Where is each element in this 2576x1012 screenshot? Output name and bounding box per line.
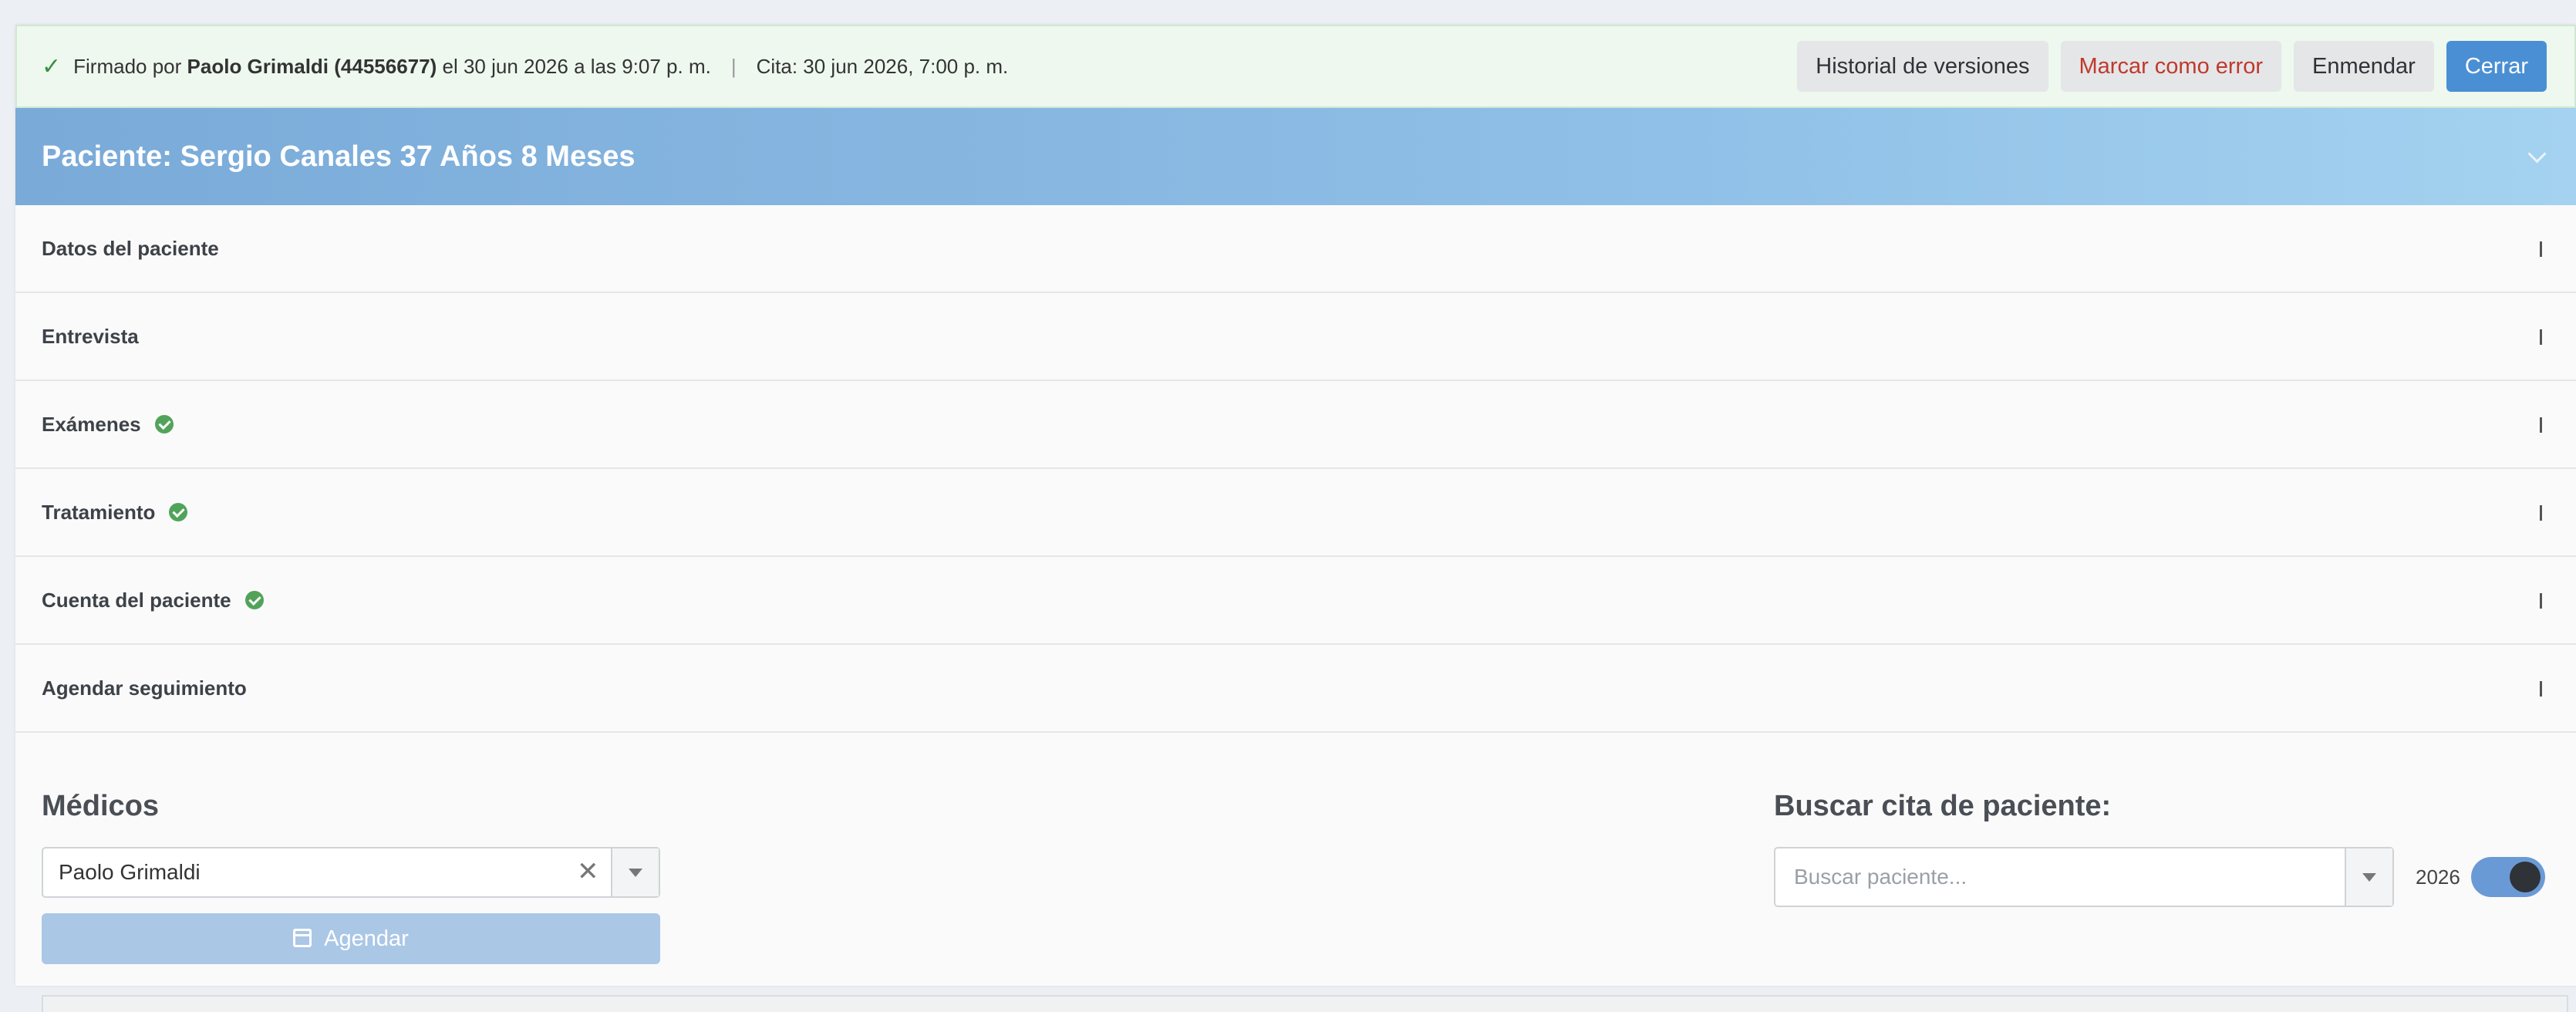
- check-icon: ✓: [42, 53, 62, 79]
- schedule-button-label: Agendar: [324, 926, 409, 951]
- schedule-button[interactable]: Agendar: [42, 913, 660, 964]
- year-label: 2026: [2416, 865, 2460, 889]
- clear-icon[interactable]: ✕: [577, 856, 599, 887]
- patient-header[interactable]: Paciente: Sergio Canales 37 Años 8 Meses: [15, 108, 2576, 205]
- signature-info: ✓ Firmado por Paolo Grimaldi (44556677) …: [42, 53, 1008, 80]
- check-circle-icon: [169, 503, 188, 521]
- encounter-page: ✓ Firmado por Paolo Grimaldi (44556677) …: [15, 25, 2576, 1012]
- amend-button[interactable]: Enmendar: [2294, 41, 2434, 92]
- section-exams[interactable]: Exámenes: [15, 381, 2576, 469]
- appointment-date: Cita: 30 jun 2026, 7:00 p. m.: [756, 54, 1009, 78]
- section-label: Entrevista: [42, 324, 139, 348]
- check-circle-icon: [244, 591, 264, 609]
- section-label: Cuenta del paciente: [42, 588, 231, 612]
- patient-title: Paciente: Sergio Canales 37 Años 8 Meses: [42, 140, 636, 173]
- section-toggle[interactable]: [2540, 329, 2542, 345]
- caret-down-icon: [2362, 872, 2376, 882]
- chevron-down-icon: [2540, 417, 2542, 433]
- calendar-toolbar-edge: [42, 995, 2568, 1012]
- check-circle-icon: [154, 415, 174, 433]
- doctors-title: Médicos: [42, 790, 160, 822]
- section-toggle[interactable]: [2540, 505, 2542, 521]
- mark-error-button[interactable]: Marcar como error: [2060, 41, 2282, 92]
- toggle-knob: [2510, 862, 2541, 892]
- chevron-down-icon: [2540, 329, 2542, 345]
- chevron-up-icon: [2540, 681, 2542, 697]
- banner-actions: Historial de versiones Marcar como error…: [1797, 41, 2547, 92]
- section-toggle[interactable]: [2540, 593, 2542, 609]
- signed-prefix: Firmado por: [73, 54, 182, 78]
- section-toggle[interactable]: [2540, 681, 2542, 697]
- chevron-down-icon: [2540, 505, 2542, 521]
- signer-name: Paolo Grimaldi (44556677): [187, 54, 437, 78]
- signed-banner: ✓ Firmado por Paolo Grimaldi (44556677) …: [15, 25, 2576, 108]
- section-label: Datos del paciente: [42, 236, 219, 260]
- section-interview[interactable]: Entrevista: [15, 293, 2576, 381]
- chevron-down-icon[interactable]: [2527, 143, 2547, 164]
- calendar-icon: [293, 929, 312, 947]
- caret-down-icon: [629, 868, 642, 877]
- signed-date: el 30 jun 2026 a las 9:07 p. m.: [442, 54, 711, 78]
- section-patient-account[interactable]: Cuenta del paciente: [15, 557, 2576, 645]
- separator: |: [730, 54, 737, 78]
- followup-panel: Médicos Paolo Grimaldi ✕ Agendar Buscar …: [15, 759, 2576, 1012]
- section-schedule-followup[interactable]: Agendar seguimiento: [15, 645, 2576, 733]
- chevron-down-icon: [2540, 593, 2542, 609]
- section-label: Agendar seguimiento: [42, 676, 247, 700]
- dropdown-toggle[interactable]: [611, 848, 659, 896]
- dropdown-toggle[interactable]: [2345, 848, 2392, 906]
- close-button[interactable]: Cerrar: [2446, 41, 2547, 92]
- sections-accordion: Datos del paciente Entrevista Exámenes T…: [15, 205, 2576, 733]
- section-label: Exámenes: [42, 412, 141, 436]
- section-toggle[interactable]: [2540, 241, 2542, 257]
- version-history-button[interactable]: Historial de versiones: [1797, 41, 2048, 92]
- section-toggle[interactable]: [2540, 417, 2542, 433]
- patient-search-select[interactable]: [1774, 847, 2394, 907]
- doctor-select[interactable]: Paolo Grimaldi ✕: [42, 847, 660, 898]
- section-patient-data[interactable]: Datos del paciente: [15, 205, 2576, 293]
- chevron-down-icon: [2540, 241, 2542, 257]
- doctor-selected-value: Paolo Grimaldi: [59, 860, 201, 884]
- section-treatment[interactable]: Tratamiento: [15, 469, 2576, 557]
- patient-search-input[interactable]: [1792, 864, 2305, 890]
- section-label: Tratamiento: [42, 500, 156, 524]
- search-title: Buscar cita de paciente:: [1774, 790, 2112, 822]
- year-toggle[interactable]: [2471, 857, 2545, 897]
